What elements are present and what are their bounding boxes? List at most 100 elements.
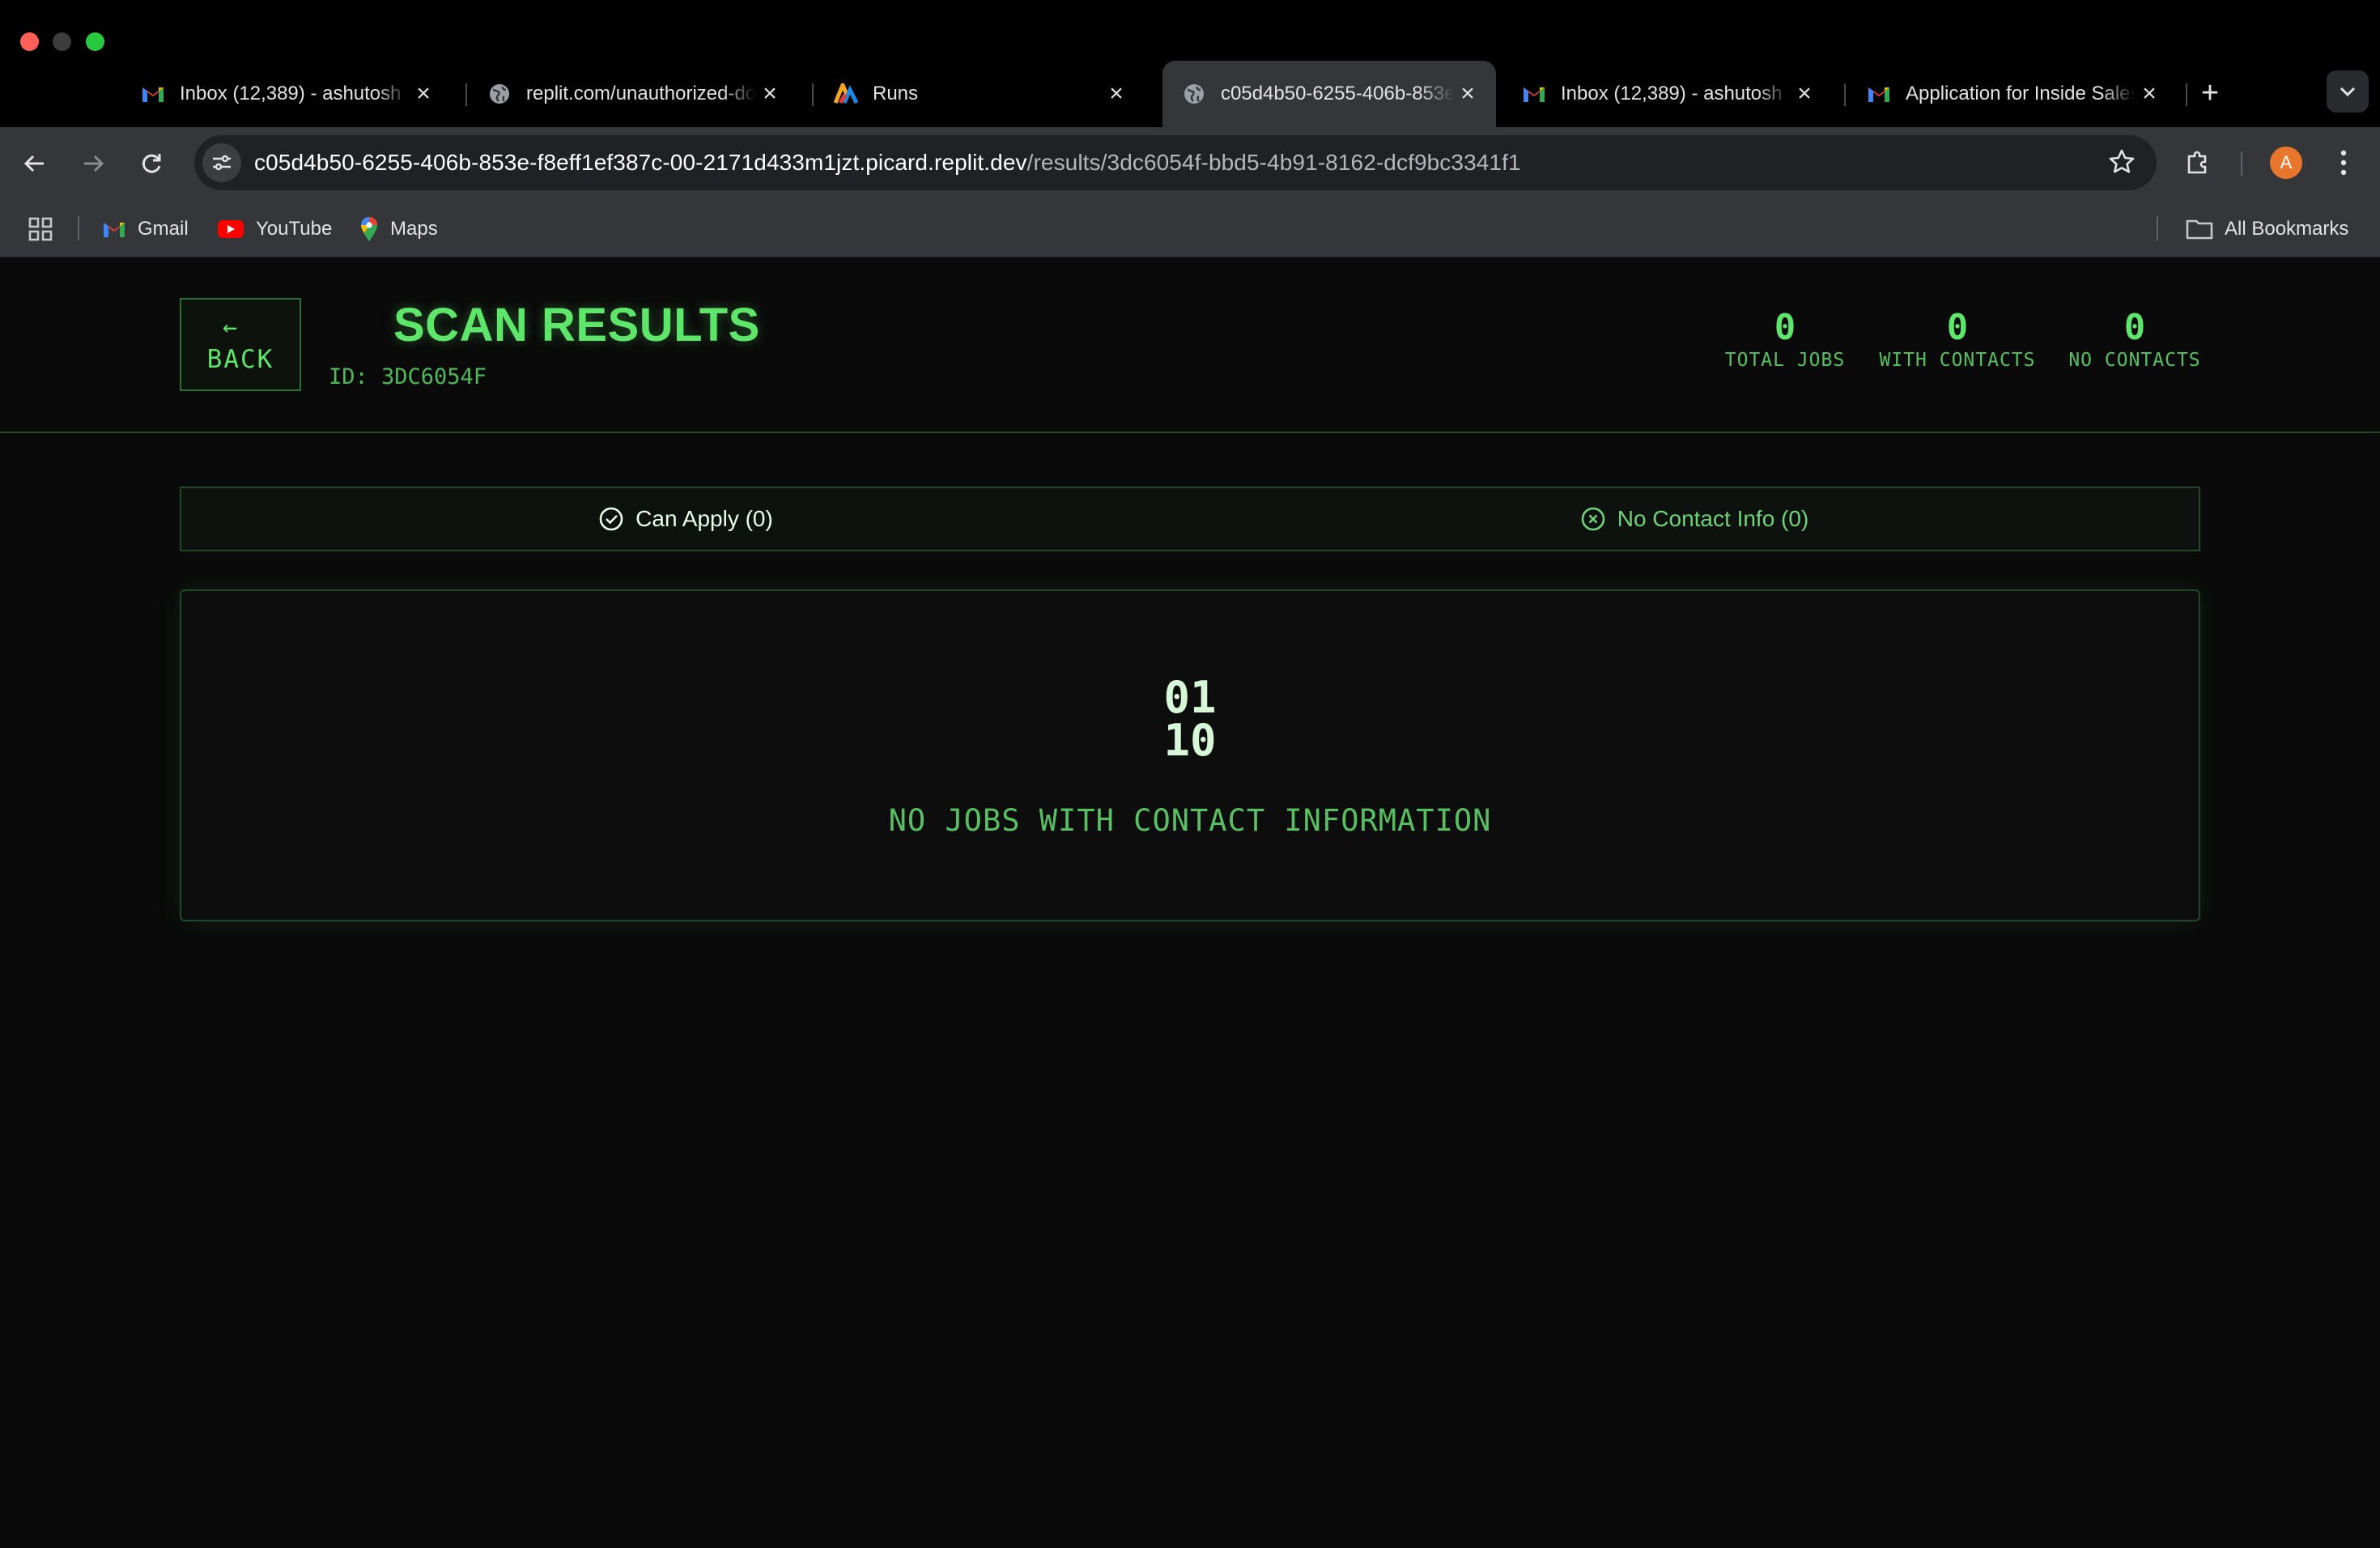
gmail-icon [1867,82,1891,106]
binary-icon-line-1: 01 [1163,672,1217,723]
all-bookmarks-label: All Bookmarks [2225,218,2349,240]
bookmark-label: Maps [390,218,438,240]
close-icon[interactable]: × [410,80,437,108]
new-tab-button[interactable]: + [2194,77,2226,109]
forward-nav-button[interactable] [76,147,110,181]
apps-button[interactable] [28,213,53,245]
stat-value: 0 [1946,307,1969,348]
stat-with-contacts: 0 WITH CONTACTS [1876,307,2038,372]
stat-no-contacts: 0 NO CONTACTS [2066,307,2204,372]
gmail-icon [1522,82,1546,106]
arrow-right-icon [84,155,104,172]
site-info-button[interactable] [202,143,241,182]
reload-icon [142,154,161,173]
runs-icon [834,82,858,106]
close-icon[interactable]: × [1791,80,1818,108]
x-circle-icon [1580,506,1606,532]
stat-label: TOTAL JOBS [1724,350,1846,371]
globe-icon [487,82,512,106]
tune-icon [213,155,231,171]
bookmark-label: Gmail [138,218,189,240]
app-root: ← BACK SCAN RESULTS ID: 3DC6054F 0 TOTAL… [0,257,2380,1548]
tab-can-apply[interactable]: Can Apply (0) [181,488,1190,550]
close-window-button[interactable] [20,32,39,51]
close-icon[interactable]: × [2136,80,2163,108]
tab-label: Inbox (12,389) - ashutosh [180,83,402,104]
bookmarks-bar: Gmail YouTube Maps All Bookmarks [0,200,2380,257]
browser-menu-button[interactable] [2331,145,2356,181]
browser-tab[interactable]: Application for Inside Sales × [1847,61,2178,127]
empty-state-message: NO JOBS WITH CONTACT INFORMATION [888,803,1492,838]
back-label: BACK [206,344,274,374]
bookmark-maps[interactable]: Maps [359,213,438,245]
arrow-left-icon [23,155,44,172]
close-icon[interactable]: × [756,80,784,108]
bookmark-youtube[interactable]: YouTube [217,213,332,245]
stat-label: NO CONTACTS [2068,350,2201,371]
tab-label: Inbox (12,389) - ashutosh [1561,83,1783,104]
browser-tab-active[interactable]: c05d4b50-6255-406b-853e × [1162,61,1496,127]
tab-divider [465,83,467,106]
tab-label: c05d4b50-6255-406b-853e [1221,83,1454,104]
bookmarks-divider [2157,216,2158,240]
puzzle-icon [2187,151,2207,174]
extensions-button[interactable] [2182,147,2215,183]
binary-icon-line-2: 10 [1163,715,1217,766]
filter-tabs: Can Apply (0) No Contact Info (0) [180,487,2200,551]
tab-divider [812,83,814,106]
browser-tab[interactable]: Inbox (12,389) - ashutosh × [1502,61,1833,127]
tab-label: Can Apply (0) [635,506,773,531]
close-icon[interactable]: × [1454,80,1481,108]
page-title: SCAN RESULTS [393,299,760,351]
tab-label: No Contact Info (0) [1617,506,1809,531]
chevron-down-icon [2340,87,2356,97]
profile-avatar[interactable]: A [2270,147,2302,179]
bookmark-label: YouTube [256,218,333,240]
folder-icon [2186,218,2213,240]
menu-bar-area [0,0,2380,61]
zoom-window-button[interactable] [86,32,104,51]
tab-search-button[interactable] [2327,70,2369,113]
tab-label: Runs [873,83,919,104]
reload-button[interactable] [134,147,168,181]
browser-toolbar: c05d4b50-6255-406b-853e-f8eff1ef387c-00-… [0,127,2380,200]
more-vert-icon [2340,150,2347,176]
apps-grid-icon [28,217,53,241]
url-path: /results/3dc6054f-bbd5-4b91-8162-dcf9bc3… [1026,150,1521,175]
stat-value: 0 [1774,307,1796,348]
arrow-left-icon: ← [222,313,238,342]
back-button[interactable]: ← BACK [180,298,301,391]
bookmark-gmail[interactable]: Gmail [102,213,189,245]
gmail-icon [141,82,165,106]
back-nav-button[interactable] [18,147,52,181]
stat-label: WITH CONTACTS [1879,350,2036,371]
globe-icon [1182,82,1206,106]
youtube-icon [217,219,244,239]
check-circle-icon [598,506,624,532]
header-divider [0,432,2380,433]
browser-tab[interactable]: Inbox (12,389) - ashutosh × [121,61,452,127]
toolbar-divider [2241,151,2242,176]
star-icon [2109,149,2135,173]
bookmark-star-button[interactable] [2108,148,2136,180]
all-bookmarks-button[interactable]: All Bookmarks [2186,213,2348,245]
scan-id: ID: 3DC6054F [329,364,487,389]
browser-tab[interactable]: Runs × [814,61,1145,127]
tab-label: replit.com/unauthorized-domain [526,83,756,104]
tab-no-contact-info[interactable]: No Contact Info (0) [1190,488,2199,550]
tab-divider [1844,83,1846,106]
minimize-window-button[interactable] [53,32,71,51]
url-host: c05d4b50-6255-406b-853e-f8eff1ef387c-00-… [254,150,1027,175]
address-bar[interactable]: c05d4b50-6255-406b-853e-f8eff1ef387c-00-… [194,135,2157,190]
empty-state-panel: 01 10 NO JOBS WITH CONTACT INFORMATION [180,589,2200,921]
tab-divider [2186,83,2187,106]
url-text[interactable]: c05d4b50-6255-406b-853e-f8eff1ef387c-00-… [254,150,1521,176]
stat-value: 0 [2123,307,2146,348]
maps-icon [359,216,379,242]
bookmarks-divider [78,216,79,240]
gmail-icon [102,219,126,239]
stat-total-jobs: 0 TOTAL JOBS [1716,307,1854,372]
browser-tab[interactable]: replit.com/unauthorized-domain × [468,61,798,127]
tab-label: Application for Inside Sales [1906,83,2136,104]
close-icon[interactable]: × [1103,80,1130,108]
